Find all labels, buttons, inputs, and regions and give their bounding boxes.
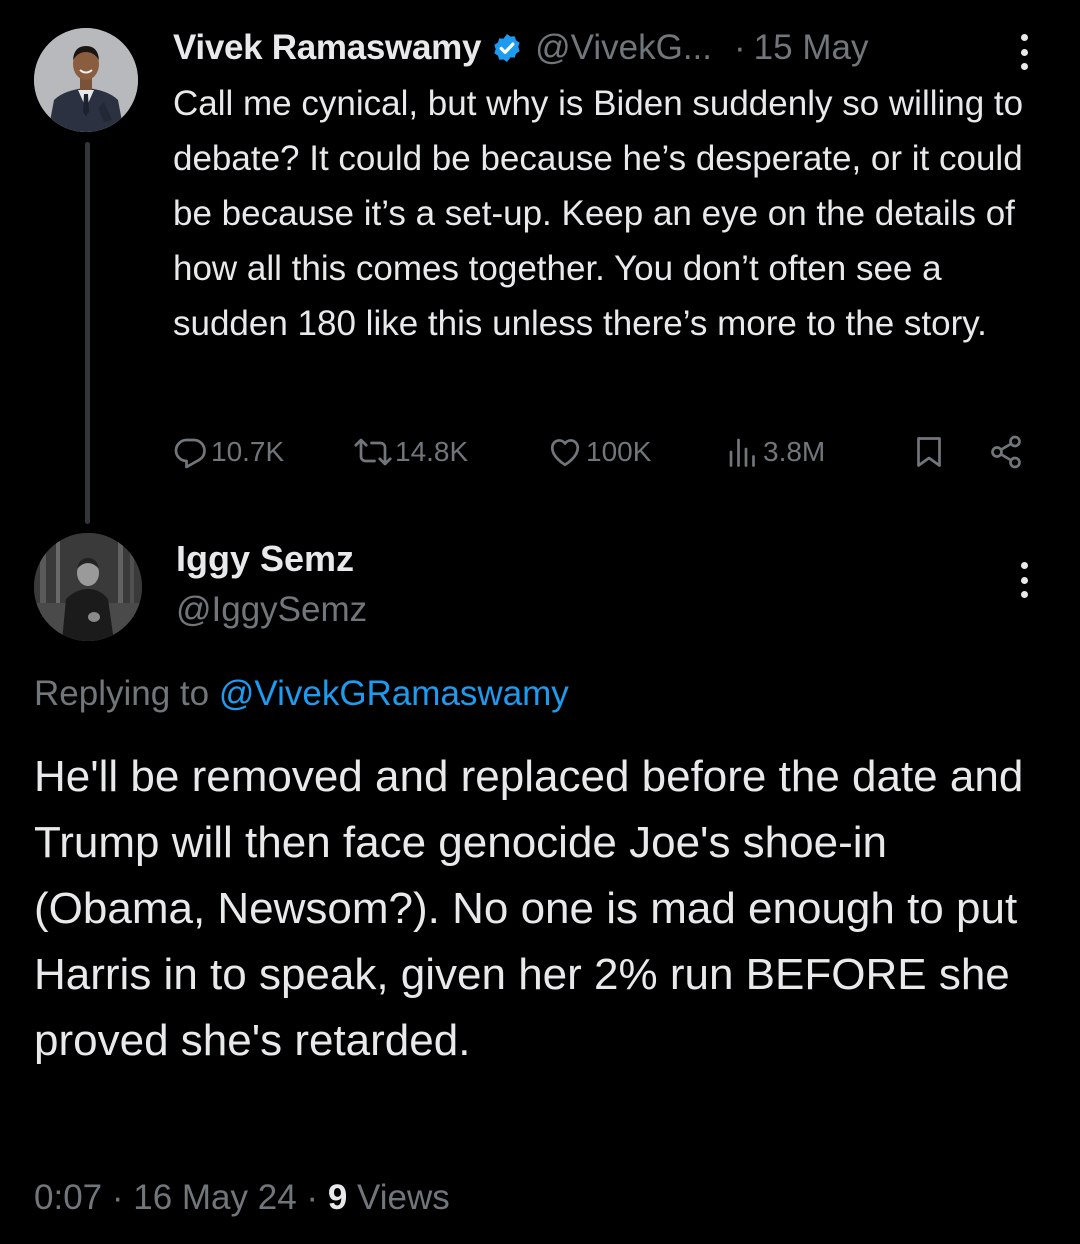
tweet-actions-bar: 10.7K 14.8K 100K 3.8M — [173, 430, 1033, 474]
views-icon — [729, 438, 755, 467]
reply-metadata: 0:07 · 16 May 24 · 9 Views — [34, 1178, 450, 1218]
author-handle[interactable]: @VivekG... — [535, 28, 712, 68]
views-count: 3.8M — [763, 436, 826, 467]
reply-button[interactable]: 10.7K — [173, 430, 284, 474]
repost-icon — [354, 438, 392, 466]
reply-author-name[interactable]: Iggy Semz — [176, 538, 354, 580]
replying-prefix: Replying to — [34, 674, 210, 713]
share-button[interactable] — [987, 430, 1025, 474]
reply-count: 10.7K — [211, 436, 285, 467]
reply-author-handle[interactable]: @IggySemz — [176, 590, 367, 630]
views-button[interactable]: 3.8M — [725, 430, 825, 474]
reply-views-label: Views — [357, 1178, 450, 1217]
more-options-icon[interactable] — [1018, 34, 1030, 70]
like-icon — [550, 439, 580, 467]
reply-date[interactable]: 16 May 24 — [133, 1178, 296, 1217]
reply-views-count: 9 — [327, 1178, 348, 1217]
replying-to-line: Replying to @VivekGRamaswamy — [34, 674, 569, 714]
reply-tweet-text: He'll be removed and replaced before the… — [34, 752, 1024, 1065]
replying-to-mention-link[interactable]: @VivekGRamaswamy — [219, 674, 569, 713]
thread-connector-line — [85, 142, 90, 524]
repost-button[interactable]: 14.8K — [353, 430, 468, 474]
author-name[interactable]: Vivek Ramaswamy — [173, 28, 481, 68]
more-options-icon[interactable] — [1018, 562, 1030, 598]
repost-count: 14.8K — [395, 436, 469, 467]
avatar-iggy[interactable] — [34, 533, 142, 641]
share-icon — [991, 435, 1021, 469]
reply-time[interactable]: 0:07 — [34, 1178, 102, 1217]
bookmark-icon — [917, 437, 941, 467]
avatar-image — [34, 533, 142, 641]
separator-dot: · — [306, 1178, 319, 1217]
bookmark-button[interactable] — [911, 430, 947, 474]
avatar-vivek[interactable] — [34, 28, 138, 132]
parent-tweet-header: Vivek Ramaswamy @VivekG... · 15 May — [173, 22, 868, 74]
like-button[interactable]: 100K — [546, 430, 651, 474]
avatar-image — [34, 28, 138, 132]
reply-icon — [174, 438, 206, 469]
parent-tweet-text: Call me cynical, but why is Biden sudden… — [173, 84, 1024, 343]
separator-dot: · — [111, 1178, 124, 1217]
tweet-date[interactable]: 15 May — [754, 28, 869, 68]
verified-badge-icon — [491, 32, 523, 64]
like-count: 100K — [586, 436, 652, 467]
separator-dot: · — [734, 28, 746, 67]
